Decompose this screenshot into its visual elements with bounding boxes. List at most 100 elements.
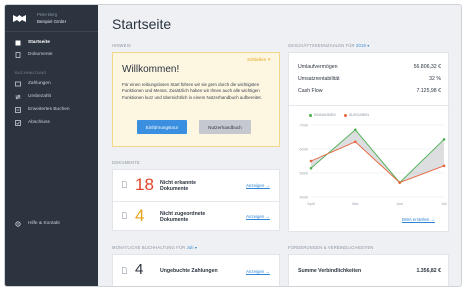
liabilities-label: Summe Verbindlichkeiten xyxy=(298,268,362,274)
edit-icon xyxy=(15,106,21,113)
y-tick-label: 4000 xyxy=(300,195,308,199)
list-item-label: Nicht erkannte Dokumente xyxy=(160,180,196,193)
divider xyxy=(289,105,450,106)
document-icon xyxy=(122,181,127,188)
data-point xyxy=(309,166,313,170)
closing-icon xyxy=(15,119,21,126)
legend-item-income: EINNAHMEN xyxy=(309,113,336,117)
kpi-label: Umlaufvermögen xyxy=(298,64,338,70)
kpi-label: Cash Flow xyxy=(298,88,323,94)
liabilities-value: 1.356,82 € xyxy=(416,268,441,274)
label-line: Dokumente xyxy=(160,217,189,224)
x-tick-label: Mai xyxy=(352,202,358,206)
unbooked-count: 4 xyxy=(135,261,144,278)
main-content: Startseite HINWEIS Schließen ✕ Willkomme… xyxy=(98,5,461,286)
close-button[interactable]: Schließen ✕ xyxy=(247,57,271,63)
kpi-label: Umsatzrentabilität xyxy=(298,76,340,82)
transfer-icon xyxy=(15,94,21,99)
data-point xyxy=(398,181,401,184)
kpi-row: Umlaufvermögen 56.806,32 € xyxy=(298,64,441,70)
income-expense-chart: 7000 6000 5000 4000 April Mai Juni Juli xyxy=(300,123,447,206)
documents-section-title: DOKUMENTE xyxy=(112,160,140,165)
y-tick-label: 6000 xyxy=(300,147,308,151)
document-icon xyxy=(15,51,21,58)
sidebar-item-dokumente[interactable]: Dokumente xyxy=(5,49,98,60)
data-point xyxy=(442,164,446,168)
sidebar-item-hilfe[interactable]: Hilfe & Kontakt xyxy=(5,218,98,229)
welcome-text: Für einen reibungslosen Start führen wir… xyxy=(122,82,262,100)
year-dropdown[interactable]: 2018 ▾ xyxy=(356,43,370,48)
welcome-card: Schließen ✕ Willkommen! Für einen reibun… xyxy=(112,52,280,147)
sidebar-section-title: BUCHHALTUNG xyxy=(15,70,47,75)
legend-swatch xyxy=(309,113,312,117)
sidebar-item-label: Umbezahlt xyxy=(28,94,51,99)
create-bwa-link[interactable]: BWA erstellen → xyxy=(402,217,435,222)
hint-section-title: HINWEIS xyxy=(112,43,131,48)
payment-icon xyxy=(15,81,21,86)
unbooked-label: Ungebuchte Zahlungen xyxy=(160,268,218,274)
tour-button[interactable]: Einführungstour xyxy=(137,120,187,134)
document-icon xyxy=(122,267,127,274)
sidebar-item-label: Hilfe & Kontakt xyxy=(28,221,60,226)
kpi-card: Umlaufvermögen 56.806,32 € Umsatzrentabi… xyxy=(288,52,450,232)
kpi-row: Umsatzrentabilität 32 % xyxy=(298,76,441,82)
home-icon xyxy=(15,40,21,45)
kpi-row: Cash Flow 7.125,98 € xyxy=(298,88,441,94)
sidebar-item-label: Startseite xyxy=(28,40,50,45)
label-line: Nicht zugeordnete xyxy=(160,211,206,217)
data-point xyxy=(309,159,313,163)
show-unassigned-link[interactable]: Anzeigen → xyxy=(246,214,270,219)
sidebar-item-umbezahlt[interactable]: Umbezahlt xyxy=(5,91,98,102)
x-tick-label: Juni xyxy=(396,202,403,206)
welcome-title: Willkommen! xyxy=(122,64,180,75)
sidebar-item-label: Dokumente xyxy=(28,52,53,57)
show-unbooked-link[interactable]: Anzeigen → xyxy=(246,269,270,274)
kpi-section-title: GESCHÄFTSKENNZAHLEN FÜR 2018 ▾ xyxy=(288,43,370,48)
list-item: 4 Nicht zugeordnete Dokumente Anzeigen → xyxy=(113,201,281,232)
list-item-label: Nicht zugeordnete Dokumente xyxy=(160,211,205,224)
bookkeeping-section-title: MONATLICHE BUCHHALTUNG FÜR Juli ▾ xyxy=(112,245,197,250)
document-icon xyxy=(122,212,127,219)
documents-card: 18 Nicht erkannte Dokumente Anzeigen → 4… xyxy=(112,169,281,232)
x-tick-label: April xyxy=(307,202,315,206)
logo-icon xyxy=(13,15,26,22)
sidebar-item-startseite[interactable]: Startseite xyxy=(5,37,98,48)
data-point xyxy=(354,140,357,144)
x-tick-label: Juli xyxy=(441,202,447,206)
legend-label: AUSGABEN xyxy=(349,113,369,117)
section-title-text: GESCHÄFTSKENNZAHLEN FÜR xyxy=(288,43,355,48)
app-window: Peter Berg Beispiel GmbH Startseite Doku… xyxy=(4,4,462,287)
gear-icon xyxy=(15,220,21,227)
month-dropdown[interactable]: Juli ▾ xyxy=(187,245,198,250)
y-tick-label: 7000 xyxy=(300,123,308,127)
show-unrecognized-link[interactable]: Anzeigen → xyxy=(246,183,270,188)
label-line: Dokumente xyxy=(160,186,189,193)
sidebar-item-label: Zahlungen xyxy=(28,81,51,86)
list-item: 18 Nicht erkannte Dokumente Anzeigen → xyxy=(113,170,281,201)
legend-item-expenses: AUSGABEN xyxy=(344,113,369,117)
sidebar-item-abschluss[interactable]: Abschluss xyxy=(5,117,98,128)
kpi-value: 32 % xyxy=(429,76,441,82)
data-point xyxy=(354,128,357,132)
y-tick-label: 5000 xyxy=(300,171,308,175)
series-line-income xyxy=(310,129,445,184)
sidebar-item-zahlungen[interactable]: Zahlungen xyxy=(5,78,98,89)
unrecognized-count: 18 xyxy=(135,175,154,194)
sidebar-item-erweitertes-buchen[interactable]: Erweitertes Buchen xyxy=(5,104,98,115)
sidebar-item-label: Abschluss xyxy=(28,120,50,125)
kpi-value: 56.806,32 € xyxy=(413,64,441,70)
legend-label: EINNAHMEN xyxy=(314,113,336,117)
bookkeeping-card: 4 Ungebuchte Zahlungen Anzeigen → xyxy=(112,254,280,286)
company-selector[interactable]: Beispiel GmbH xyxy=(37,19,66,24)
sidebar-item-label: Erweitertes Buchen xyxy=(28,107,70,112)
user-name: Peter Berg xyxy=(37,12,58,17)
liabilities-row: Summe Verbindlichkeiten 1.356,82 € xyxy=(298,268,441,274)
label-line: Nicht erkannte xyxy=(160,180,197,186)
liabilities-section-title: FORDERUNGEN & VERBINDLICHKEITEN xyxy=(288,245,374,250)
manual-button[interactable]: Nutzerhandbuch xyxy=(199,120,251,134)
section-title-text: MONATLICHE BUCHHALTUNG FÜR xyxy=(112,245,186,250)
unassigned-count: 4 xyxy=(135,206,145,225)
page-title: Startseite xyxy=(112,16,172,32)
liabilities-card: Summe Verbindlichkeiten 1.356,82 € xyxy=(288,254,449,286)
sidebar: Peter Berg Beispiel GmbH Startseite Doku… xyxy=(5,5,98,286)
